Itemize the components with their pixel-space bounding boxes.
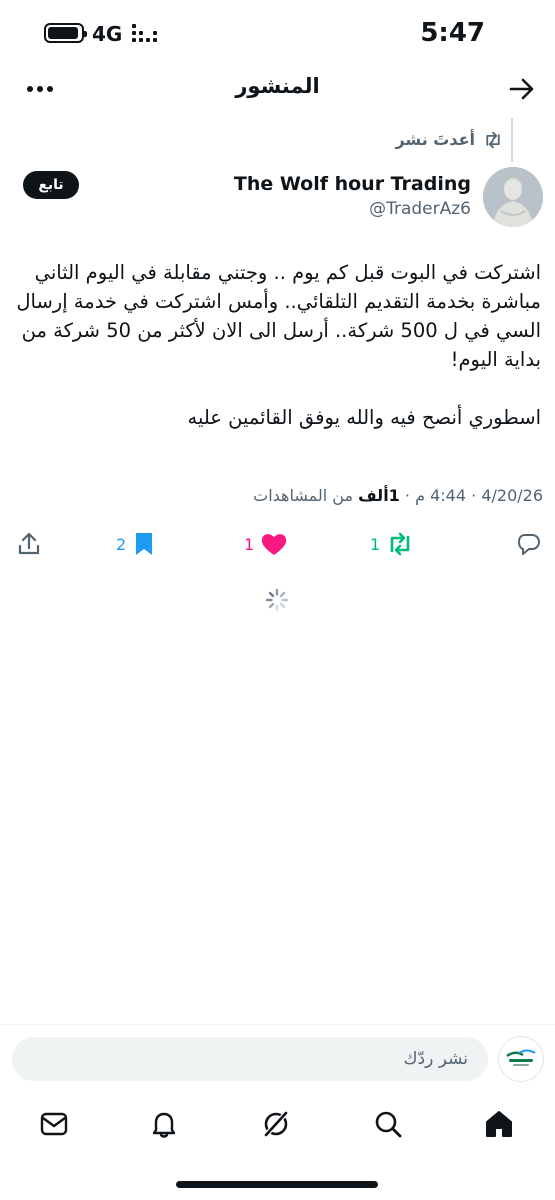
share-button[interactable] bbox=[16, 528, 42, 560]
bookmark-button[interactable]: 2 bbox=[116, 528, 156, 560]
tab-home[interactable] bbox=[483, 1108, 515, 1140]
share-icon bbox=[18, 532, 40, 555]
reply-divider bbox=[0, 1024, 555, 1025]
home-indicator[interactable] bbox=[176, 1181, 378, 1188]
tab-messages[interactable] bbox=[38, 1108, 70, 1140]
views-label: من المشاهدات bbox=[253, 486, 354, 505]
battery-icon bbox=[44, 23, 87, 43]
reply-input[interactable]: نشر ردّك bbox=[12, 1037, 488, 1081]
statue-avatar-icon bbox=[483, 167, 543, 227]
arrow-right-icon bbox=[509, 78, 534, 100]
repost-indicator: أعدتَ نشر bbox=[395, 130, 503, 149]
back-button[interactable] bbox=[507, 74, 537, 104]
messages-icon bbox=[40, 1112, 68, 1136]
loading-spinner-icon bbox=[265, 588, 289, 612]
bottom-tab-bar bbox=[0, 1100, 555, 1150]
grok-icon bbox=[263, 1110, 289, 1138]
home-icon bbox=[486, 1111, 512, 1137]
like-button[interactable]: 1 bbox=[244, 528, 288, 560]
reply-icon bbox=[518, 534, 540, 555]
thread-line bbox=[511, 118, 513, 162]
page-title: المنشور bbox=[235, 74, 320, 98]
my-avatar[interactable] bbox=[498, 1036, 544, 1082]
retweet-button[interactable]: 1 bbox=[370, 528, 414, 560]
author-handle[interactable]: @TraderAz6 bbox=[369, 199, 471, 219]
brand-logo-icon bbox=[506, 1049, 536, 1066]
repost-label: أعدتَ نشر bbox=[395, 130, 475, 149]
views-count[interactable]: 1ألف bbox=[358, 486, 400, 505]
tab-grok[interactable] bbox=[260, 1108, 292, 1140]
clock: 5:47 bbox=[420, 18, 485, 48]
tab-search[interactable] bbox=[372, 1108, 404, 1140]
avatar[interactable] bbox=[483, 167, 543, 227]
like-count: 1 bbox=[244, 534, 255, 554]
tweet-text: اشتركت في البوت قبل كم يوم .. وجتني مقاب… bbox=[16, 261, 541, 429]
status-bar: 4G 5:47 bbox=[0, 0, 555, 66]
bookmark-icon bbox=[136, 533, 153, 555]
bookmark-count: 2 bbox=[116, 534, 127, 554]
network-label: 4G bbox=[92, 22, 123, 46]
tweet-time[interactable]: 4:44 م bbox=[415, 486, 466, 505]
post-header: المنشور bbox=[0, 66, 555, 112]
follow-button[interactable]: تابع bbox=[23, 171, 79, 199]
notifications-icon bbox=[152, 1112, 176, 1138]
signal-dots-icon bbox=[132, 24, 158, 44]
retweet-icon bbox=[390, 532, 410, 556]
repost-icon bbox=[486, 131, 500, 148]
author-name[interactable]: The Wolf hour Trading bbox=[234, 173, 471, 195]
retweet-count: 1 bbox=[370, 534, 381, 554]
action-bar: 2 1 1 bbox=[0, 528, 555, 560]
search-icon bbox=[375, 1111, 402, 1138]
tweet-date[interactable]: 4/20/26 bbox=[481, 486, 543, 505]
tab-notifications[interactable] bbox=[148, 1108, 180, 1140]
reply-button[interactable] bbox=[516, 528, 542, 560]
heart-icon bbox=[262, 534, 287, 555]
tweet-meta: 4/20/26 · 4:44 م · 1ألف من المشاهدات bbox=[253, 486, 543, 505]
